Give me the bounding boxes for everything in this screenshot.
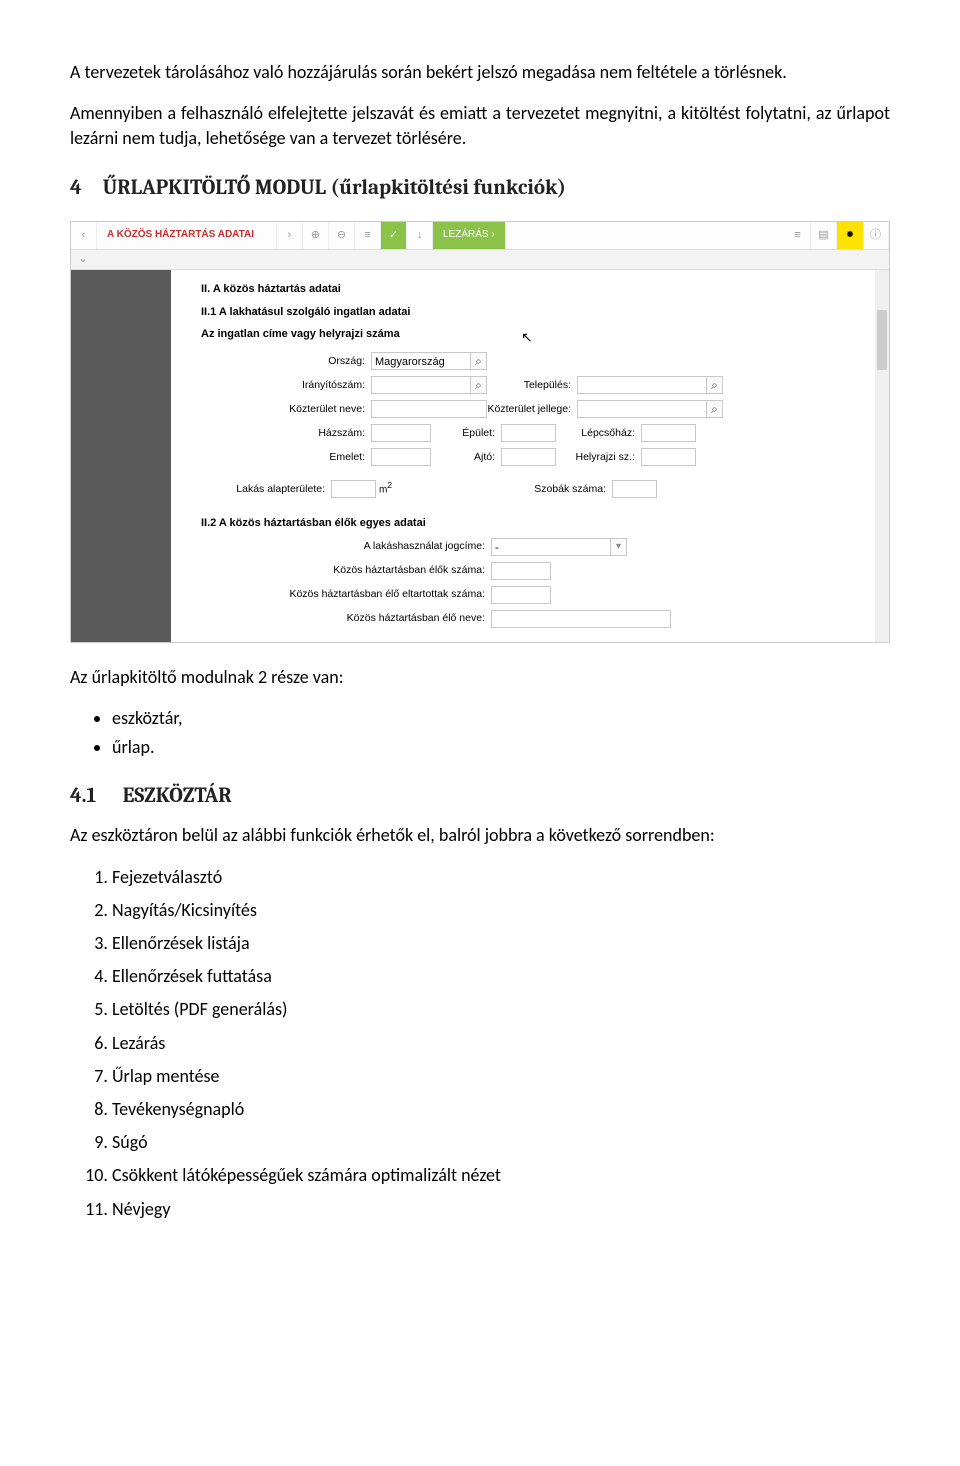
ajto-input[interactable] (501, 448, 556, 466)
kozterulet-neve-input[interactable] (371, 400, 487, 418)
heading-4-num: 4 (70, 174, 98, 203)
section-sub-1: II.1 A lakhatásul szolgáló ingatlan adat… (201, 305, 845, 320)
telepules-label: Település: (487, 378, 577, 393)
alapterulet-label: Lakás alapterülete: (201, 482, 331, 497)
orszag-input[interactable]: Magyarország (371, 352, 471, 370)
list-item: Űrlap mentése (112, 1064, 890, 1089)
scrollbar[interactable] (875, 270, 889, 642)
emelet-input[interactable] (371, 448, 431, 466)
list-item: Fejezetválasztó (112, 865, 890, 890)
list-item: Nagyítás/Kicsinyítés (112, 898, 890, 923)
left-margin (71, 270, 171, 642)
szobak-label: Szobák száma: (392, 482, 612, 497)
helyrajzi-input[interactable] (641, 448, 696, 466)
next-chapter-button[interactable]: › (277, 222, 303, 249)
heading-4: 4 ŰRLAPKITÖLTŐ MODUL (űrlapkitöltési fun… (70, 174, 890, 203)
highlight-view-icon[interactable]: ⁕ (837, 222, 863, 249)
hazszam-input[interactable] (371, 424, 431, 442)
log-icon[interactable]: ▤ (811, 222, 837, 249)
lepcsohaz-label: Lépcsőház: (556, 426, 641, 441)
szobak-input[interactable] (612, 480, 657, 498)
search-icon[interactable]: ⌕ (471, 352, 487, 370)
iranyitoszam-label: Irányítószám: (201, 378, 371, 393)
kozterulet-neve-label: Közterület neve: (201, 402, 371, 417)
minibar: ⌄ (71, 250, 889, 270)
close-button-label: LEZÁRÁS (443, 228, 489, 242)
jogcim-select[interactable]: - (491, 538, 611, 556)
form-screenshot: ‹ A KÖZÖS HÁZTARTÁS ADATAI › ⊕ ⊖ ≡ ✓ ↓ L… (70, 221, 890, 643)
section-title: II. A közös háztartás adatai (201, 282, 845, 297)
run-checks-button[interactable]: ✓ (381, 222, 407, 249)
epulet-label: Épület: (431, 426, 501, 441)
list-item: Lezárás (112, 1031, 890, 1056)
m2-unit: m2 (379, 480, 392, 497)
iranyitoszam-input[interactable] (371, 376, 471, 394)
orszag-label: Ország: (201, 354, 371, 369)
eltartottak-label: Közös háztartásban élő eltartottak száma… (201, 587, 491, 602)
form-paper: ↖ II. A közös háztartás adatai II.1 A la… (171, 270, 875, 642)
lepcsohaz-input[interactable] (641, 424, 696, 442)
list-item: Súgó (112, 1130, 890, 1155)
save-icon[interactable]: ≡ (785, 222, 811, 249)
jogcim-label: A lakáshasználat jogcíme: (201, 539, 491, 554)
heading-4-title: ŰRLAPKITÖLTŐ MODUL (űrlapkitöltési funkc… (103, 176, 566, 200)
kozterulet-jellege-label: Közterület jellege: (487, 402, 577, 417)
paragraph-3: Az űrlapkitöltő modulnak 2 része van: (70, 665, 890, 690)
prev-chapter-button[interactable]: ‹ (71, 222, 97, 249)
search-icon[interactable]: ⌕ (707, 400, 723, 418)
info-icon[interactable]: ⓘ (863, 222, 889, 249)
helyrajzi-label: Helyrajzi sz.: (556, 450, 641, 465)
chevron-down-icon[interactable]: ⌄ (71, 250, 95, 269)
zoom-out-icon[interactable]: ⊖ (329, 222, 355, 249)
checks-list-icon[interactable]: ≡ (355, 222, 381, 249)
emelet-label: Emelet: (201, 450, 371, 465)
hazszam-label: Házszám: (201, 426, 371, 441)
kozterulet-jellege-input[interactable] (577, 400, 707, 418)
telepules-input[interactable] (577, 376, 707, 394)
close-button[interactable]: LEZÁRÁS › (433, 222, 506, 249)
paragraph-4: Az eszköztáron belül az alábbi funkciók … (70, 823, 890, 848)
elok-label: Közös háztartásban élők száma: (201, 563, 491, 578)
paragraph-2: Amennyiben a felhasználó elfelejtette je… (70, 101, 890, 151)
list-item: Letöltés (PDF generálás) (112, 997, 890, 1022)
list-item: Ellenőrzések listája (112, 931, 890, 956)
chevron-down-icon[interactable]: ▾ (611, 538, 627, 556)
ajto-label: Ajtó: (431, 450, 501, 465)
list-item: űrlap. (112, 735, 890, 760)
heading-4-1: 4.1 ESZKÖZTÁR (70, 782, 890, 811)
elo-neve-input[interactable] (491, 610, 671, 628)
cursor-icon: ↖ (521, 328, 533, 348)
section-sub-3: II.2 A közös háztartásban élők egyes ada… (201, 516, 845, 531)
elo-neve-label: Közös háztartásban élő neve: (201, 611, 491, 626)
epulet-input[interactable] (501, 424, 556, 442)
heading-4-1-num: 4.1 (70, 782, 118, 811)
chapter-title: A KÖZÖS HÁZTARTÁS ADATAI (97, 222, 277, 249)
paragraph-1: A tervezetek tárolásához való hozzájárul… (70, 60, 890, 85)
list-item: Névjegy (112, 1197, 890, 1222)
search-icon[interactable]: ⌕ (707, 376, 723, 394)
heading-4-1-title: ESZKÖZTÁR (123, 784, 232, 808)
list-item: eszköztár, (112, 706, 890, 731)
toolbar: ‹ A KÖZÖS HÁZTARTÁS ADATAI › ⊕ ⊖ ≡ ✓ ↓ L… (71, 222, 889, 250)
list-item: Csökkent látóképességűek számára optimal… (112, 1163, 890, 1188)
list-item: Tevékenységnapló (112, 1097, 890, 1122)
list-item: Ellenőrzések futtatása (112, 964, 890, 989)
download-icon[interactable]: ↓ (407, 222, 433, 249)
zoom-in-icon[interactable]: ⊕ (303, 222, 329, 249)
alapterulet-input[interactable] (331, 480, 376, 498)
search-icon[interactable]: ⌕ (471, 376, 487, 394)
elok-input[interactable] (491, 562, 551, 580)
eltartottak-input[interactable] (491, 586, 551, 604)
